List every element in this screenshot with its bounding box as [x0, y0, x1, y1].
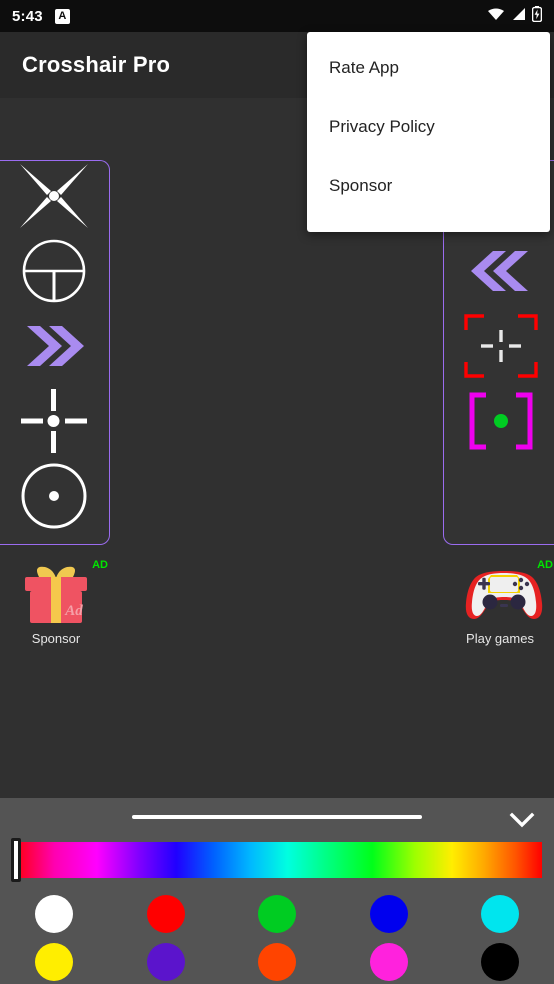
color-swatch-cyan[interactable]	[481, 895, 519, 933]
drag-handle[interactable]	[132, 815, 422, 819]
crosshair-list-left	[0, 160, 110, 545]
color-swatch-black[interactable]	[481, 943, 519, 981]
crosshair-double-chevron-left-icon	[470, 249, 532, 298]
color-swatch-grid	[0, 890, 554, 984]
color-picker-panel	[0, 798, 554, 984]
menu-item-label: Rate App	[329, 57, 399, 77]
color-swatch-red[interactable]	[146, 895, 185, 933]
crosshair-arc-ring-dot-icon	[18, 460, 90, 537]
app-root: 5:43 A Crosshair Pro Rate App Privacy Po…	[0, 0, 554, 984]
menu-item-sponsor[interactable]: Sponsor	[307, 156, 550, 215]
crosshair-item-red-brackets-plus[interactable]	[444, 311, 554, 386]
ad-badge: AD	[92, 559, 108, 571]
color-swatch-green[interactable]	[258, 895, 296, 933]
swatch-cell[interactable]	[126, 943, 206, 981]
ad-play-games[interactable]: AD Play games	[443, 559, 554, 646]
swatch-cell[interactable]	[349, 895, 429, 933]
page-title: Crosshair Pro	[22, 52, 171, 77]
hue-slider-thumb[interactable]	[11, 838, 21, 882]
hue-slider-track[interactable]	[12, 842, 542, 878]
swatch-cell[interactable]	[460, 943, 540, 981]
swatch-cell[interactable]	[14, 943, 94, 981]
overflow-menu: Rate App Privacy Policy Sponsor	[307, 32, 550, 232]
menu-item-label: Privacy Policy	[329, 116, 435, 136]
swatch-cell[interactable]	[237, 895, 317, 933]
panel-handle-row	[0, 798, 554, 842]
swatch-cell[interactable]	[460, 895, 540, 933]
color-swatch-blue[interactable]	[369, 895, 408, 933]
crosshair-item-plus-dot[interactable]	[0, 386, 109, 461]
status-bar-clock: 5:43	[12, 7, 43, 25]
gamepad-icon	[463, 563, 543, 625]
color-swatch-magenta[interactable]	[369, 943, 408, 981]
chevron-down-icon[interactable]	[506, 808, 538, 832]
ad-label: Sponsor	[31, 631, 81, 646]
color-swatch-purple[interactable]	[146, 943, 185, 981]
crosshair-item-scope-circle[interactable]	[0, 236, 109, 311]
svg-text:Ad: Ad	[64, 603, 83, 619]
ad-sponsor[interactable]: AD Ad Sponsor	[0, 559, 112, 646]
swatch-row	[14, 938, 540, 984]
crosshair-red-brackets-plus-icon	[462, 312, 540, 385]
menu-item-label: Sponsor	[329, 175, 393, 195]
swatch-cell[interactable]	[349, 943, 429, 981]
status-bar: 5:43 A	[0, 0, 554, 32]
crosshair-scope-circle-icon	[20, 237, 88, 310]
signal-icon	[511, 7, 526, 26]
swatch-cell[interactable]	[14, 895, 94, 933]
hue-slider[interactable]	[11, 838, 542, 882]
crosshair-item-double-chevron-left[interactable]	[444, 236, 554, 311]
swatch-row	[14, 890, 540, 938]
crosshair-item-x-spikes[interactable]	[0, 161, 109, 236]
ad-label: Play games	[466, 631, 534, 646]
wifi-icon	[487, 7, 505, 26]
status-bar-left: 5:43 A	[12, 8, 70, 25]
crosshair-magenta-brackets-dot-icon	[464, 390, 538, 457]
status-bar-right	[487, 5, 543, 27]
color-swatch-white[interactable]	[35, 895, 73, 933]
notification-app-icon: A	[54, 8, 70, 24]
menu-item-rate-app[interactable]: Rate App	[307, 38, 550, 97]
swatch-cell[interactable]	[126, 895, 206, 933]
color-swatch-orange[interactable]	[258, 943, 296, 981]
crosshair-double-chevron-right-icon	[23, 324, 85, 373]
crosshair-plus-dot-icon	[15, 385, 93, 462]
crosshair-item-magenta-brackets-dot[interactable]	[444, 386, 554, 461]
menu-item-privacy-policy[interactable]: Privacy Policy	[307, 97, 550, 156]
crosshair-x-spikes-icon	[14, 160, 94, 237]
battery-charging-icon	[531, 5, 543, 27]
crosshair-item-arc-ring-dot[interactable]	[0, 461, 109, 536]
crosshair-item-double-chevron-right[interactable]	[0, 311, 109, 386]
color-swatch-yellow[interactable]	[35, 943, 73, 981]
swatch-cell[interactable]	[237, 943, 317, 981]
gift-box-icon: Ad	[19, 563, 93, 625]
